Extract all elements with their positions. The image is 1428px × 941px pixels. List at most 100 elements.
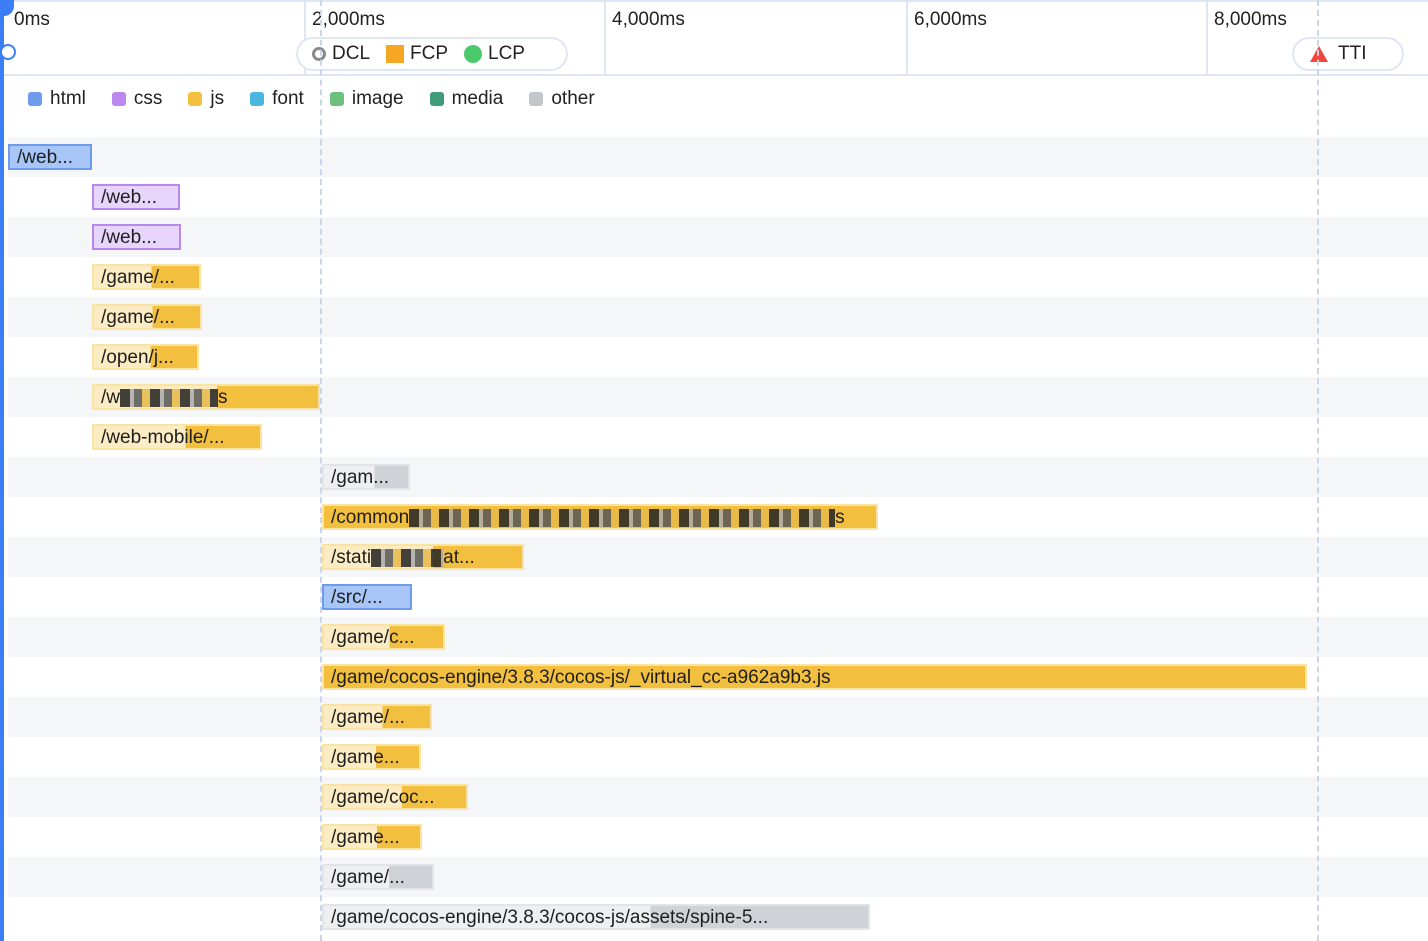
legend: html css js font image media other [28, 88, 595, 110]
request-label: /src/... [331, 587, 383, 608]
legend-swatch [429, 92, 444, 106]
request-label-suffix: s [835, 507, 845, 528]
request-bar-js[interactable]: /w s [92, 384, 320, 410]
request-bar-css[interactable]: /web... [92, 184, 180, 210]
request-label: /gam... [331, 467, 390, 488]
legend-label: media [451, 88, 504, 109]
lcp-icon [464, 45, 483, 63]
request-row: /game/... [8, 697, 1428, 737]
request-label: /game/... [331, 707, 405, 728]
legend-swatch [28, 92, 42, 106]
tti-line [1317, 0, 1319, 941]
request-bar-js[interactable]: /game... [322, 744, 421, 770]
request-row: /open/j... [8, 337, 1428, 377]
legend-item-font[interactable]: font [250, 88, 304, 110]
request-bar-js[interactable]: /open/j... [92, 344, 199, 370]
request-label: /game/cocos-engine/3.8.3/cocos-js/assets… [331, 907, 769, 928]
request-label: /game/coc... [331, 787, 435, 808]
request-label: /common [331, 507, 410, 528]
request-bar-js[interactable]: /game/... [92, 304, 202, 330]
legend-label: html [50, 88, 86, 109]
legend-item-media[interactable]: media [429, 88, 504, 110]
request-row: /game/... [8, 297, 1428, 337]
legend-label: image [351, 88, 404, 109]
tick-label: 6,000ms [906, 2, 1208, 76]
redacted-region [409, 508, 836, 527]
request-row: /game/cocos-engine/3.8.3/cocos-js/assets… [8, 897, 1428, 937]
request-label: /web... [101, 187, 157, 208]
request-row: /src/... [8, 577, 1428, 617]
timeline-axis: 0ms 2,000ms 4,000ms 6,000ms 8,000ms [0, 0, 1428, 76]
request-bar-js[interactable]: /game... [322, 824, 422, 850]
request-row: /web... [8, 177, 1428, 217]
request-bar-js[interactable]: /game/... [322, 704, 432, 730]
legend-swatch [250, 92, 265, 106]
legend-label: css [133, 88, 163, 109]
request-bar-js[interactable]: /game/c... [322, 624, 445, 650]
request-row: /w s [8, 377, 1428, 417]
legend-swatch [188, 92, 203, 106]
request-bar-js[interactable]: /web-mobile/... [92, 424, 262, 450]
request-label: /open/j... [101, 347, 174, 368]
request-bar-js[interactable]: /common s [322, 504, 878, 530]
request-label: /game... [331, 747, 400, 768]
tick-label: 4,000ms [604, 2, 908, 76]
legend-item-image[interactable]: image [329, 88, 404, 110]
legend-label: font [272, 88, 304, 109]
request-label: /game/cocos-engine/3.8.3/cocos-js/_virtu… [331, 667, 831, 688]
request-row: /game/c... [8, 617, 1428, 657]
paint-markers-pill[interactable]: DCL FCP LCP [296, 37, 568, 71]
request-bar-js[interactable]: /game/cocos-engine/3.8.3/cocos-js/_virtu… [322, 664, 1307, 690]
request-row: /game/coc... [8, 777, 1428, 817]
request-bar-other[interactable]: /game/... [322, 864, 434, 890]
request-bar-css[interactable]: /web... [92, 224, 181, 250]
request-label: /game/... [331, 867, 405, 888]
request-label: /w [101, 387, 120, 408]
tti-label: TTI [1338, 43, 1367, 64]
request-label: /game/... [101, 307, 175, 328]
tti-marker-pill[interactable]: TTI [1292, 37, 1404, 71]
request-row: /game/... [8, 857, 1428, 897]
tti-icon [1310, 46, 1328, 62]
request-row: /game... [8, 817, 1428, 857]
dcl-label: DCL [332, 43, 371, 64]
legend-swatch [329, 92, 344, 106]
request-bar-html[interactable]: /web... [8, 144, 92, 170]
request-label: /game/c... [331, 627, 415, 648]
request-label-suffix: at... [443, 547, 475, 568]
request-row: /game/... [8, 257, 1428, 297]
timeline-start-marker[interactable] [0, 0, 4, 941]
request-label-suffix: s [218, 387, 228, 408]
request-row: /gam... [8, 457, 1428, 497]
request-row: /web... [8, 137, 1428, 177]
request-bar-html[interactable]: /src/... [322, 584, 412, 610]
legend-label: other [551, 88, 595, 109]
legend-swatch [111, 92, 126, 106]
redacted-region [120, 388, 218, 407]
request-row: /stati at... [8, 537, 1428, 577]
request-bar-other[interactable]: /gam... [322, 464, 410, 490]
dcl-line [320, 0, 322, 941]
request-bar-js[interactable]: /stati at... [322, 544, 524, 570]
request-label: /web-mobile/... [101, 427, 225, 448]
request-label: /web... [17, 147, 73, 168]
request-bar-js[interactable]: /game/... [92, 264, 201, 290]
request-row: /web-mobile/... [8, 417, 1428, 457]
timeline-handle-icon[interactable] [0, 44, 16, 60]
request-label: /game... [331, 827, 400, 848]
lcp-label: LCP [488, 43, 525, 64]
legend-item-js[interactable]: js [188, 88, 224, 110]
legend-label: js [210, 88, 225, 109]
legend-item-html[interactable]: html [28, 88, 86, 110]
request-label: /stati [331, 547, 372, 568]
legend-swatch [529, 92, 544, 106]
fcp-icon [386, 45, 405, 63]
legend-item-other[interactable]: other [529, 88, 595, 110]
request-bar-other[interactable]: /game/cocos-engine/3.8.3/cocos-js/assets… [322, 904, 870, 930]
request-row: /game/cocos-engine/3.8.3/cocos-js/_virtu… [8, 657, 1428, 697]
tick-label: 0ms [14, 9, 50, 30]
legend-item-css[interactable]: css [111, 88, 163, 110]
request-row: /game... [8, 737, 1428, 777]
fcp-label: FCP [410, 43, 449, 64]
request-bar-js[interactable]: /game/coc... [322, 784, 468, 810]
